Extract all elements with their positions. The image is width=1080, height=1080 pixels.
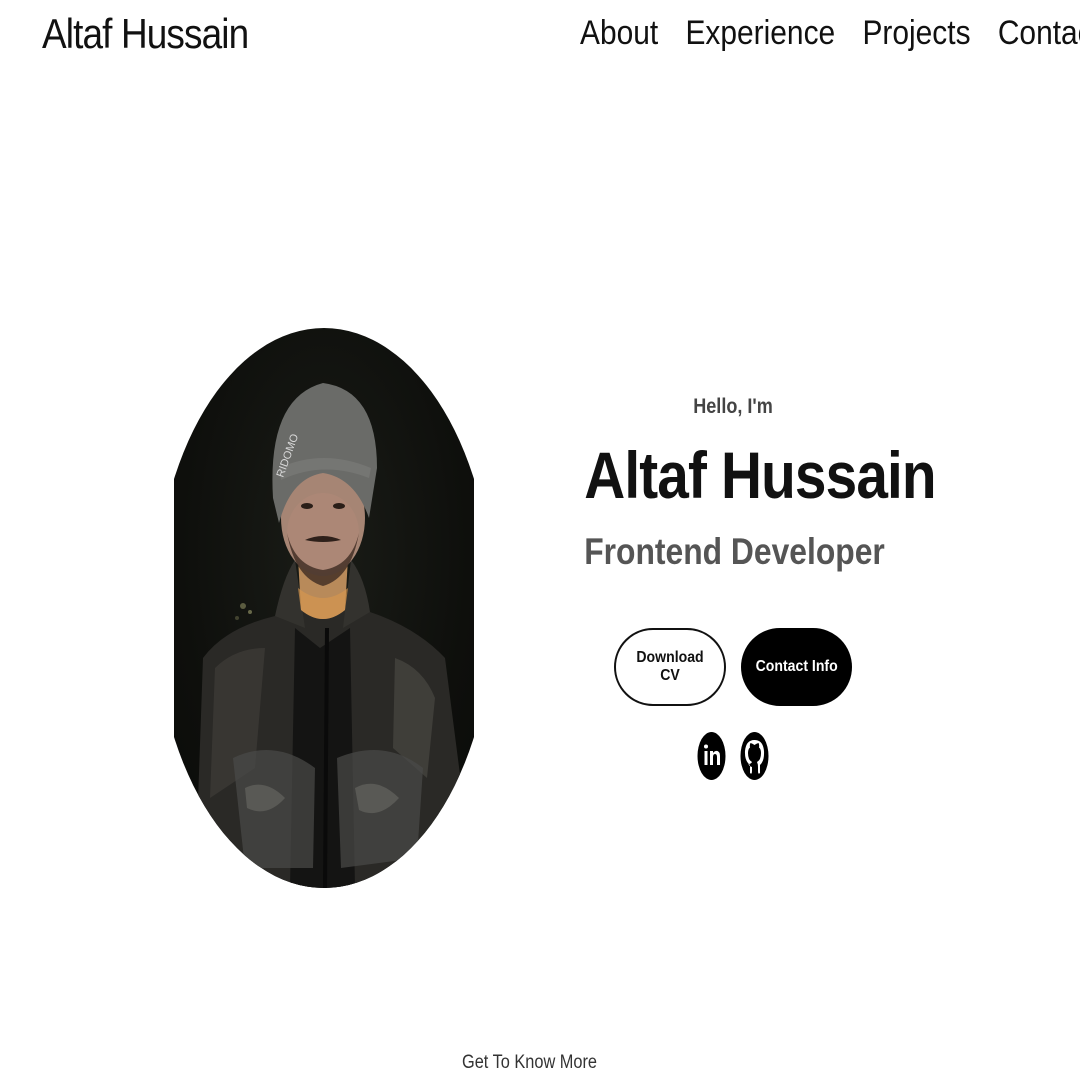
nav-link-projects[interactable]: Projects [862, 14, 970, 53]
profile-picture-container: RIDOMO [174, 328, 474, 888]
social-links [697, 731, 769, 781]
hero-buttons: Download CV Contact Info [614, 628, 852, 706]
main-nav: About Experience Projects Contact [580, 14, 1080, 53]
github-link[interactable] [740, 731, 769, 781]
hero-role: Frontend Developer [584, 531, 885, 572]
profile-picture: RIDOMO [174, 328, 474, 888]
linkedin-icon [697, 732, 726, 780]
profile-photo-illustration: RIDOMO [195, 383, 463, 888]
get-to-know-more-link[interactable]: Get To Know More [462, 1052, 597, 1074]
download-cv-button[interactable]: Download CV [614, 628, 726, 706]
site-logo[interactable]: Altaf Hussain [42, 10, 249, 58]
nav-link-experience[interactable]: Experience [685, 14, 835, 53]
nav-link-about[interactable]: About [580, 14, 658, 53]
contact-info-label: Contact Info [755, 658, 838, 675]
github-icon [740, 732, 769, 780]
download-cv-label: Download CV [636, 649, 704, 684]
hero-name: Altaf Hussain [584, 438, 936, 512]
hero-text: Hello, I'm Altaf Hussain Frontend Develo… [560, 395, 936, 573]
portfolio-page: Altaf Hussain About Experience Projects … [0, 0, 1080, 1080]
contact-info-button[interactable]: Contact Info [741, 628, 852, 706]
linkedin-link[interactable] [697, 731, 726, 781]
greeting-text: Hello, I'm [693, 395, 773, 418]
nav-link-contact[interactable]: Contact [998, 14, 1080, 53]
